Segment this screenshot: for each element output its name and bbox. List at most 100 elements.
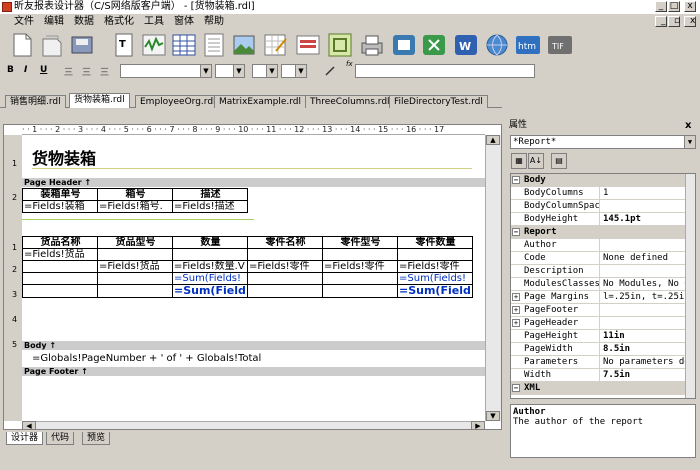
property-category[interactable]: − Body bbox=[511, 174, 685, 187]
collapse-icon[interactable]: − bbox=[512, 176, 520, 184]
maximize-button[interactable]: □ bbox=[668, 1, 680, 12]
cell-empty[interactable] bbox=[247, 284, 323, 298]
tab-code[interactable]: 代码 bbox=[46, 432, 75, 445]
page-header-band[interactable]: Page Header ↑ bbox=[22, 178, 485, 187]
pencil-icon[interactable] bbox=[324, 65, 336, 77]
categorized-view-icon[interactable]: ▦ bbox=[511, 153, 527, 169]
property-row[interactable]: Author bbox=[511, 239, 685, 252]
export-excel-icon[interactable] bbox=[420, 31, 448, 59]
page-footer-band[interactable]: Page Footer ↑ bbox=[22, 367, 485, 376]
collapse-icon[interactable]: − bbox=[512, 384, 520, 392]
export-web-icon[interactable] bbox=[483, 31, 511, 59]
property-value[interactable]: None defined bbox=[602, 252, 685, 264]
cell-empty[interactable] bbox=[322, 284, 398, 298]
menu-help[interactable]: 帮助 bbox=[199, 14, 229, 29]
tab-employee-org[interactable]: EmployeeOrg.rdl bbox=[135, 95, 221, 108]
body-band[interactable]: Body ↑ bbox=[22, 341, 485, 350]
minimize-button[interactable]: _ bbox=[655, 1, 667, 12]
property-row[interactable]: PageWidth 8.5in bbox=[511, 343, 685, 356]
new-document-icon[interactable] bbox=[8, 31, 36, 59]
image-icon[interactable] bbox=[230, 31, 258, 59]
property-value[interactable]: 11in bbox=[602, 330, 685, 342]
property-value[interactable]: 145.1pt bbox=[602, 213, 685, 225]
property-row[interactable]: PageHeight 11in bbox=[511, 330, 685, 343]
close-icon[interactable]: x bbox=[685, 120, 691, 131]
print-icon[interactable] bbox=[358, 31, 386, 59]
tab-file-directory-test[interactable]: FileDirectoryTest.rdl bbox=[389, 95, 488, 108]
rectangle-icon[interactable] bbox=[326, 31, 354, 59]
report-design-surface[interactable]: · · 1 · · · 2 · · · 3 · · · 4 · · · 5 · … bbox=[3, 124, 502, 430]
property-row[interactable]: + PageHeader bbox=[511, 317, 685, 330]
scroll-left-icon[interactable]: ◀ bbox=[22, 421, 36, 429]
textbox-icon[interactable]: T bbox=[110, 31, 138, 59]
property-row[interactable]: BodyColumns 1 bbox=[511, 187, 685, 200]
export-htm-icon[interactable]: htm bbox=[514, 31, 542, 59]
menu-data[interactable]: 数据 bbox=[69, 14, 99, 29]
cell-packing-no[interactable]: =Fields!装箱 bbox=[22, 200, 98, 213]
property-grid-scrollbar[interactable] bbox=[685, 174, 695, 398]
cell-description[interactable]: =Fields!描述 bbox=[172, 200, 248, 213]
chart-icon[interactable] bbox=[140, 31, 168, 59]
save-icon[interactable] bbox=[68, 31, 96, 59]
property-row[interactable]: ParametersNo parameters defi bbox=[511, 356, 685, 369]
object-select[interactable]: *Report* ▼ bbox=[510, 135, 696, 149]
property-value[interactable]: 1 bbox=[602, 187, 685, 199]
underline-button[interactable]: U bbox=[40, 65, 47, 75]
property-row[interactable]: Code None defined bbox=[511, 252, 685, 265]
export-tif-icon[interactable]: TIF bbox=[546, 31, 574, 59]
font-size-select[interactable]: ▼ bbox=[215, 64, 245, 78]
align-left-button[interactable]: 三 bbox=[64, 65, 73, 78]
cell-total-part-quantity[interactable]: =Sum(Field bbox=[397, 284, 473, 298]
tab-three-columns[interactable]: ThreeColumns.rdl bbox=[305, 95, 395, 108]
menu-file[interactable]: 文件 bbox=[0, 14, 39, 29]
property-row[interactable]: BodyColumnSpacin bbox=[511, 200, 685, 213]
font-family-select[interactable]: ▼ bbox=[120, 64, 212, 78]
menu-edit[interactable]: 编辑 bbox=[39, 14, 69, 29]
menu-window[interactable]: 窗体 bbox=[169, 14, 199, 29]
report-title[interactable]: 货物装箱 bbox=[32, 145, 96, 169]
sort-alphabetical-icon[interactable]: A↓ bbox=[528, 153, 544, 169]
export-word-icon[interactable]: W bbox=[452, 31, 480, 59]
collapse-icon[interactable]: − bbox=[512, 228, 520, 236]
property-category[interactable]: − XML bbox=[511, 382, 685, 395]
cell-empty[interactable] bbox=[97, 284, 173, 298]
tab-matrix-example[interactable]: MatrixExample.rdl bbox=[214, 95, 306, 108]
property-row[interactable]: BodyHeight 145.1pt bbox=[511, 213, 685, 226]
background-color-select[interactable]: ▼ bbox=[281, 64, 307, 78]
property-row[interactable]: Width 7.5in bbox=[511, 369, 685, 382]
cell-total-quantity[interactable]: =Sum(Field bbox=[172, 284, 248, 298]
tab-sales-detail[interactable]: 销售明细.rdl bbox=[5, 95, 66, 108]
scroll-down-icon[interactable]: ▼ bbox=[486, 411, 500, 421]
property-row[interactable]: +Page Marginsl=.25in, t=.25in, bbox=[511, 291, 685, 304]
report-canvas[interactable]: 货物装箱 Page Header ↑ 装箱单号 箱号 描述 =Fields!装箱… bbox=[22, 135, 485, 421]
cell-empty[interactable] bbox=[22, 284, 98, 298]
font-color-select[interactable]: ▼ bbox=[252, 64, 278, 78]
open-file-icon[interactable] bbox=[38, 31, 66, 59]
property-value[interactable]: l=.25in, t=.25in, bbox=[602, 291, 685, 303]
tab-preview[interactable]: 预览 bbox=[82, 432, 111, 445]
horizontal-scrollbar[interactable]: ◀ ▶ bbox=[22, 421, 485, 429]
export-pdf-icon[interactable] bbox=[390, 31, 418, 59]
align-center-button[interactable]: 三 bbox=[82, 65, 91, 78]
property-value[interactable]: No parameters defi bbox=[602, 356, 685, 368]
property-category[interactable]: − Report bbox=[511, 226, 685, 239]
property-row[interactable]: + PageFooter bbox=[511, 304, 685, 317]
property-value[interactable]: 8.5in bbox=[602, 343, 685, 355]
tab-designer[interactable]: 设计器 bbox=[6, 432, 44, 445]
subreport-icon[interactable] bbox=[294, 31, 322, 59]
scroll-right-icon[interactable]: ▶ bbox=[471, 421, 485, 429]
list-icon[interactable] bbox=[200, 31, 228, 59]
expand-icon[interactable]: + bbox=[512, 319, 520, 327]
property-pages-icon[interactable]: ▤ bbox=[551, 153, 567, 169]
tab-goods-packing[interactable]: 货物装箱.rdl bbox=[69, 93, 130, 108]
expand-icon[interactable]: + bbox=[512, 293, 520, 301]
cell-box-no[interactable]: =Fields!箱号. bbox=[97, 200, 173, 213]
menu-format[interactable]: 格式化 bbox=[99, 14, 139, 29]
property-row[interactable]: Description bbox=[511, 265, 685, 278]
expand-icon[interactable]: + bbox=[512, 306, 520, 314]
bold-button[interactable]: B bbox=[7, 65, 14, 75]
property-value[interactable]: 7.5in bbox=[602, 369, 685, 381]
page-number-expression[interactable]: =Globals!PageNumber + ' of ' + Globals!T… bbox=[32, 353, 261, 364]
mdi-minimize-button[interactable]: _ bbox=[655, 16, 667, 27]
matrix-icon[interactable] bbox=[262, 31, 290, 59]
